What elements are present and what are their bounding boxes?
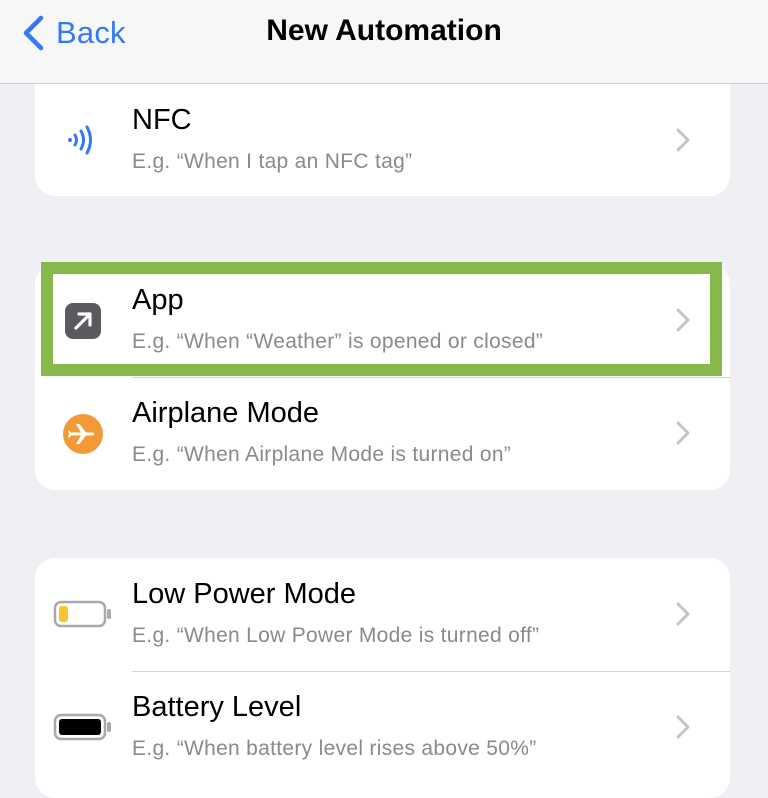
chevron-right-icon [676, 128, 690, 152]
list-item-title: Battery Level [132, 691, 302, 723]
airplane-icon [53, 404, 113, 464]
list-item-title: Low Power Mode [132, 578, 357, 610]
chevron-right-icon [676, 602, 690, 626]
list-item-subtitle: E.g. “When I tap an NFC tag” [132, 150, 413, 173]
list-item-airplane-mode[interactable]: Airplane Mode E.g. “When Airplane Mode i… [35, 377, 730, 490]
list-item-subtitle: E.g. “When Low Power Mode is turned off” [132, 624, 540, 647]
list-item-low-power-mode[interactable]: Low Power Mode E.g. “When Low Power Mode… [35, 558, 730, 671]
list-item-app[interactable]: App E.g. “When “Weather” is opened or cl… [35, 264, 730, 377]
list-item-title: NFC [132, 104, 192, 136]
battery-icon [53, 697, 113, 757]
list-item-battery-level[interactable]: Battery Level E.g. “When battery level r… [35, 671, 730, 784]
trigger-group-nfc: NFC E.g. “When I tap an NFC tag” [35, 84, 730, 196]
list-item-subtitle: E.g. “When Airplane Mode is turned on” [132, 443, 512, 466]
list-item-title: App [132, 284, 184, 316]
navigation-bar: Back New Automation [0, 0, 768, 84]
app-arrow-icon [53, 291, 113, 351]
nfc-icon [53, 110, 113, 170]
chevron-right-icon [676, 308, 690, 332]
list-item-title: Airplane Mode [132, 397, 319, 429]
chevron-right-icon [676, 421, 690, 445]
low-battery-icon [53, 584, 113, 644]
trigger-group-app-airplane: App E.g. “When “Weather” is opened or cl… [35, 264, 730, 490]
trigger-group-battery: Low Power Mode E.g. “When Low Power Mode… [35, 558, 730, 798]
chevron-right-icon [676, 715, 690, 739]
list-item-subtitle: E.g. “When battery level rises above 50%… [132, 737, 537, 760]
list-item-subtitle: E.g. “When “Weather” is opened or closed… [132, 330, 544, 353]
list-item-nfc[interactable]: NFC E.g. “When I tap an NFC tag” [35, 84, 730, 196]
page-title: New Automation [266, 14, 502, 47]
